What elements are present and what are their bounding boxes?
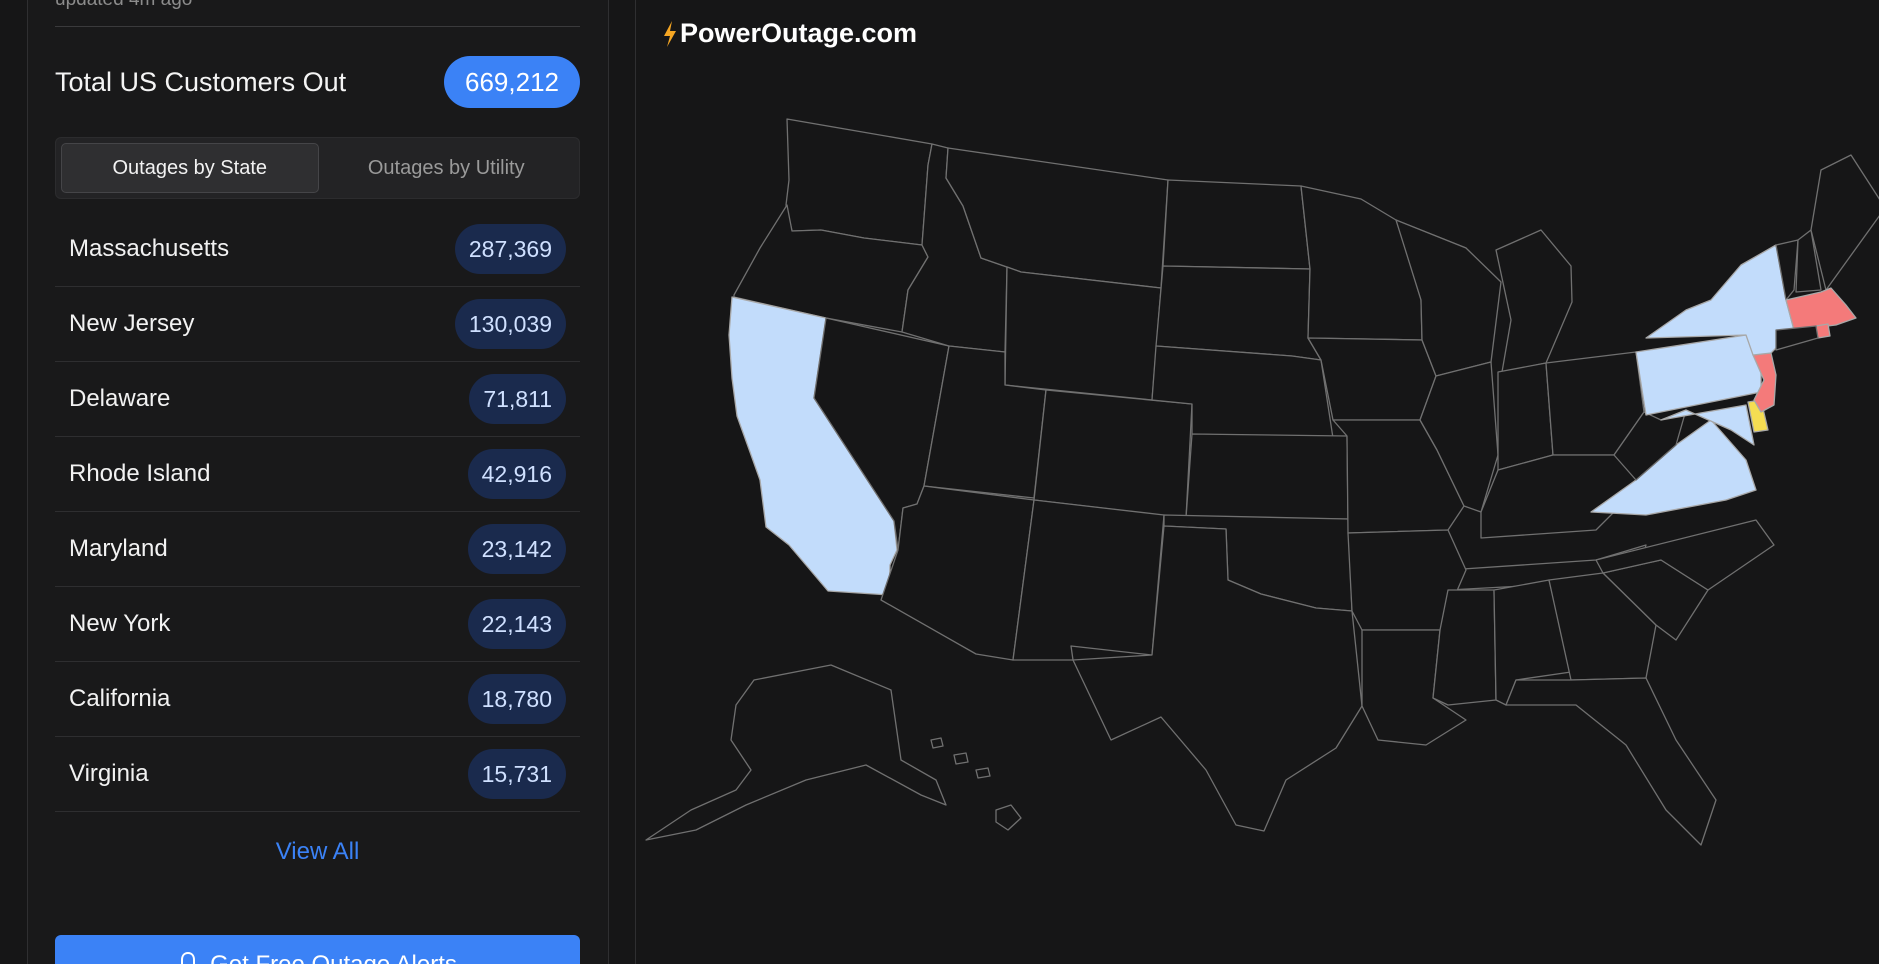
outage-count-badge: 15,731 xyxy=(467,749,566,799)
state-maine[interactable] xyxy=(1810,154,1879,291)
total-count-badge: 669,212 xyxy=(444,56,580,108)
outage-count-badge: 287,369 xyxy=(454,224,566,274)
sidebar: updated 4m ago Total US Customers Out 66… xyxy=(28,0,609,964)
outage-count-badge: 42,916 xyxy=(467,449,566,499)
divider xyxy=(55,26,580,27)
alert-button-label: Get Free Outage Alerts xyxy=(210,951,457,964)
state-outage-list: Massachusetts 287,369 New Jersey 130,039… xyxy=(55,212,580,812)
state-wyoming[interactable] xyxy=(1004,266,1162,401)
state-indiana[interactable] xyxy=(1497,362,1554,471)
state-kansas[interactable] xyxy=(1185,433,1349,520)
list-item-new-jersey[interactable]: New Jersey 130,039 xyxy=(55,287,580,362)
list-item-virginia[interactable]: Virginia 15,731 xyxy=(55,737,580,812)
state-arizona[interactable] xyxy=(880,485,1035,661)
outage-count-badge: 22,143 xyxy=(467,599,566,649)
state-michigan[interactable] xyxy=(1495,229,1573,373)
state-name: Rhode Island xyxy=(69,460,211,487)
state-alaska[interactable] xyxy=(645,664,947,841)
state-pennsylvania[interactable] xyxy=(1635,334,1762,416)
state-connecticut[interactable] xyxy=(1775,325,1819,351)
tab-outages-by-utility[interactable]: Outages by Utility xyxy=(319,143,575,193)
tab-outages-by-state[interactable]: Outages by State xyxy=(61,143,319,193)
bell-icon xyxy=(181,951,196,964)
us-outage-map[interactable] xyxy=(636,0,1879,964)
state-massachusetts[interactable] xyxy=(1785,287,1857,331)
state-name: Maryland xyxy=(69,535,168,562)
state-washington[interactable] xyxy=(785,118,933,246)
list-item-maryland[interactable]: Maryland 23,142 xyxy=(55,512,580,587)
list-item-california[interactable]: California 18,780 xyxy=(55,662,580,737)
state-hawaii[interactable] xyxy=(995,804,1022,831)
view-all-link[interactable]: View All xyxy=(55,838,580,866)
state-name: Delaware xyxy=(69,385,171,412)
outage-count-badge: 18,780 xyxy=(467,674,566,724)
state-name: Virginia xyxy=(69,760,149,787)
outage-view-tabs: Outages by State Outages by Utility xyxy=(55,137,580,199)
state-name: Massachusetts xyxy=(69,235,230,262)
list-item-massachusetts[interactable]: Massachusetts 287,369 xyxy=(55,212,580,287)
list-item-new-york[interactable]: New York 22,143 xyxy=(55,587,580,662)
total-label: Total US Customers Out xyxy=(55,66,347,97)
total-summary: Total US Customers Out 669,212 xyxy=(55,56,580,108)
state-florida[interactable] xyxy=(1505,677,1717,846)
state-name: California xyxy=(69,685,171,712)
state-name: New Jersey xyxy=(69,310,195,337)
state-south-dakota[interactable] xyxy=(1155,265,1322,361)
state-colorado[interactable] xyxy=(1033,389,1193,519)
get-outage-alerts-button[interactable]: Get Free Outage Alerts xyxy=(55,935,580,964)
outage-count-badge: 23,142 xyxy=(467,524,566,574)
outage-count-badge: 130,039 xyxy=(454,299,566,349)
list-item-rhode-island[interactable]: Rhode Island 42,916 xyxy=(55,437,580,512)
list-item-delaware[interactable]: Delaware 71,811 xyxy=(55,362,580,437)
state-name: New York xyxy=(69,610,171,637)
state-hawaii-islands[interactable] xyxy=(930,737,991,779)
state-north-dakota[interactable] xyxy=(1162,179,1311,270)
state-new-mexico[interactable] xyxy=(1012,499,1165,661)
page: updated 4m ago Total US Customers Out 66… xyxy=(0,0,1879,964)
outage-count-badge: 71,811 xyxy=(469,374,566,424)
map-panel: PowerOutage.com xyxy=(635,0,1879,964)
updated-timestamp: updated 4m ago xyxy=(55,0,192,11)
